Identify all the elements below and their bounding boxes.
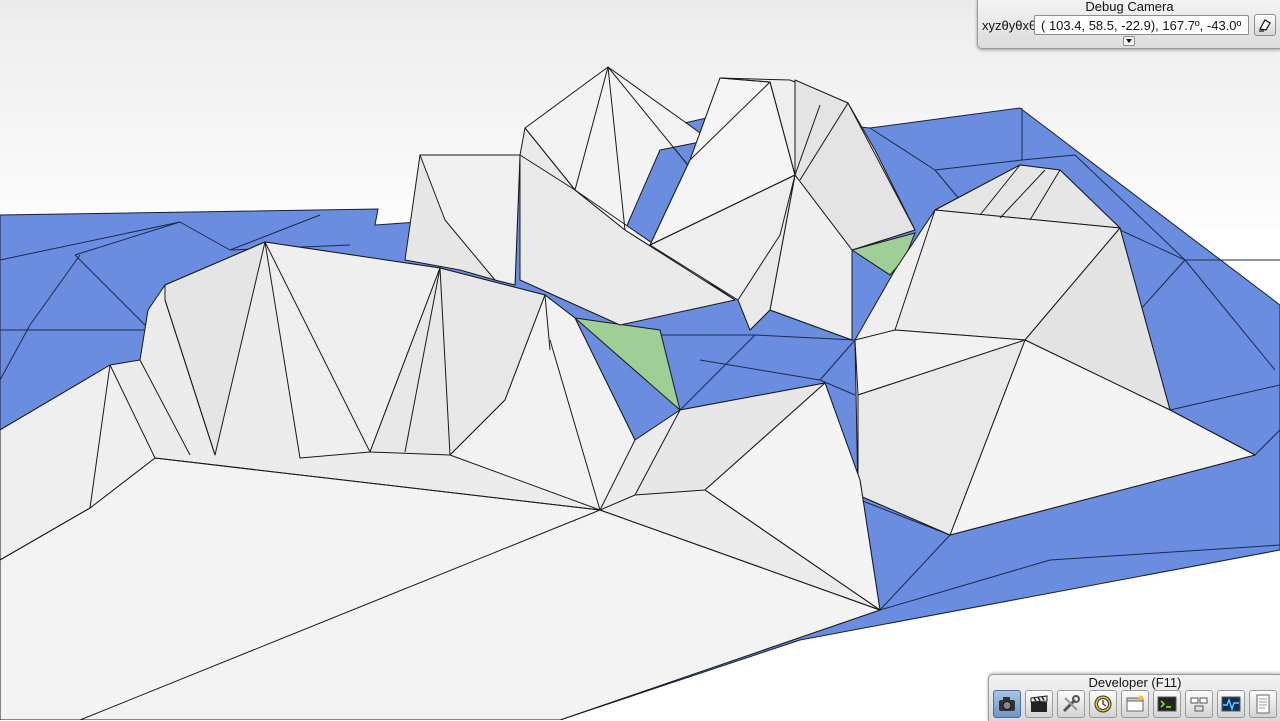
3d-viewport[interactable]: [0, 0, 1280, 720]
chevron-down-icon[interactable]: [1123, 36, 1135, 46]
activity-monitor-button[interactable]: [1217, 690, 1245, 718]
developer-title: Developer (F11): [1088, 675, 1182, 690]
debug-camera-title: Debug Camera: [1085, 0, 1174, 14]
terminal-icon: [1157, 696, 1177, 712]
tools-button[interactable]: [1057, 690, 1085, 718]
activity-monitor-icon: [1221, 696, 1241, 712]
terminal-button[interactable]: [1153, 690, 1181, 718]
developer-toolbar: Developer (F11): [988, 674, 1280, 721]
network-icon: [1190, 697, 1208, 712]
new-window-icon: [1126, 695, 1144, 712]
document-button[interactable]: [1249, 690, 1277, 718]
copy-icon: [1259, 19, 1271, 32]
camera-position-field[interactable]: ( 103.4, 58.5, -22.9), 167.7º, -43.0º: [1034, 15, 1249, 35]
new-window-button[interactable]: [1121, 690, 1149, 718]
network-button[interactable]: [1185, 690, 1213, 718]
clock-button[interactable]: [1089, 690, 1117, 718]
camera-button[interactable]: [993, 690, 1021, 718]
clock-icon: [1094, 695, 1112, 713]
camera-icon: [999, 697, 1015, 711]
copy-button[interactable]: [1254, 14, 1276, 36]
terrain-mesh: [0, 0, 1280, 720]
clapperboard-button[interactable]: [1025, 690, 1053, 718]
document-icon: [1256, 694, 1270, 714]
clapperboard-icon: [1030, 695, 1048, 712]
tools-icon: [1062, 695, 1080, 713]
